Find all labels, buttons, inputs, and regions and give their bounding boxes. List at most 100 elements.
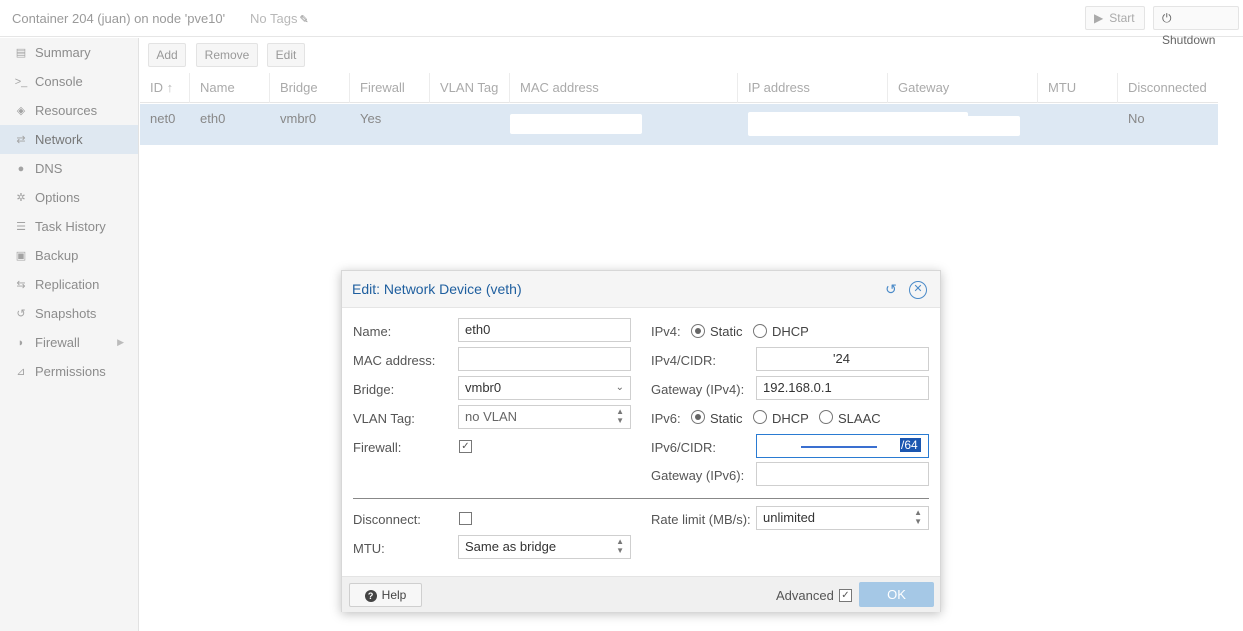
sidebar-item-firewall[interactable]: ◗ Firewall ▶ <box>0 328 138 357</box>
spinner-arrows-icon[interactable]: ▲ ▼ <box>616 407 624 425</box>
column-header-bridge[interactable]: Bridge <box>270 73 350 103</box>
disconnect-checkbox[interactable] <box>459 512 472 525</box>
sidebar-item-options[interactable]: ✲ Options <box>0 183 138 212</box>
sidebar-item-label: Task History <box>35 219 106 234</box>
caret-right-icon[interactable]: ▶ <box>117 337 124 348</box>
tags-label: No Tags <box>250 11 298 26</box>
rate-limit-label: Rate limit (MB/s): <box>651 512 751 527</box>
cube-icon: ◈ <box>16 105 26 117</box>
firewall-checkbox[interactable]: ✓ <box>459 440 472 453</box>
sidebar-item-summary[interactable]: ▤ Summary <box>0 38 138 67</box>
bridge-select[interactable]: vmbr0 ⌄ <box>458 376 631 400</box>
ok-button[interactable]: OK <box>859 582 934 607</box>
ipv6-cidr-selection: /64 <box>900 438 921 452</box>
ipv6-slaac-label: SLAAC <box>838 411 881 426</box>
column-header-name[interactable]: Name <box>190 73 270 103</box>
vlan-tag-value: no VLAN <box>465 409 518 424</box>
page-title: Container 204 (juan) on node 'pve10' <box>12 11 226 26</box>
ipv4-label: IPv4: <box>651 324 681 339</box>
advanced-checkbox[interactable]: ✓ <box>839 589 852 602</box>
mac-address-field[interactable] <box>458 347 631 371</box>
unlock-icon: ⊿ <box>16 366 26 378</box>
column-header-gateway[interactable]: Gateway <box>888 73 1038 103</box>
play-icon: ▶ <box>1094 11 1104 25</box>
gateway-ipv4-field[interactable]: 192.168.0.1 <box>756 376 929 400</box>
list-icon: ☰ <box>16 221 26 233</box>
ipv4-dhcp-radio[interactable] <box>753 324 767 338</box>
sidebar-item-resources[interactable]: ◈ Resources <box>0 96 138 125</box>
ipv4-cidr-field[interactable]: '24 <box>756 347 929 371</box>
help-label: Help <box>381 588 407 602</box>
sidebar-item-snapshots[interactable]: ↺ Snapshots <box>0 299 138 328</box>
advanced-label: Advanced <box>776 588 834 603</box>
sidebar-item-dns[interactable]: ● DNS <box>0 154 138 183</box>
sidebar-item-label: Firewall <box>35 335 80 350</box>
column-header-id[interactable]: ID ↑ <box>140 73 190 103</box>
column-header-firewall[interactable]: Firewall <box>350 73 430 103</box>
terminal-icon: >_ <box>14 75 28 88</box>
sidebar-item-label: Summary <box>35 45 91 60</box>
redacted-mac-address <box>510 114 642 134</box>
sidebar-item-backup[interactable]: ▣ Backup <box>0 241 138 270</box>
ipv6-dhcp-radio[interactable] <box>753 410 767 424</box>
name-field[interactable]: eth0 <box>458 318 631 342</box>
network-grid: ID ↑ Name Bridge Firewall VLAN Tag MAC a… <box>140 73 1218 145</box>
edit-button[interactable]: Edit <box>267 43 305 67</box>
bridge-value: vmbr0 <box>465 380 502 395</box>
spinner-arrows-icon[interactable]: ▲ ▼ <box>914 508 922 526</box>
shutdown-button[interactable]: ⏻ Shutdown <box>1153 6 1239 47</box>
ipv6-static-label: Static <box>710 411 743 426</box>
dialog-title: Edit: Network Device (veth) <box>352 281 522 297</box>
column-header-vlan-tag[interactable]: VLAN Tag <box>430 73 510 103</box>
spinner-arrows-icon[interactable]: ▲ ▼ <box>616 537 624 555</box>
rate-limit-value: unlimited <box>763 510 816 525</box>
sidebar-item-permissions[interactable]: ⊿ Permissions <box>0 357 138 386</box>
cell-disconnected: No <box>1128 111 1145 126</box>
mtu-spinner[interactable]: Same as bridge ▲ ▼ <box>458 535 631 559</box>
sidebar-item-replication[interactable]: ⇆ Replication <box>0 270 138 299</box>
sidebar-item-network[interactable]: ⇄ Network <box>0 125 138 154</box>
tags-editor[interactable]: No Tags ✎ <box>250 11 309 26</box>
vlan-tag-spinner[interactable]: no VLAN ▲ ▼ <box>458 405 631 429</box>
table-row[interactable]: net0 eth0 vmbr0 Yes No <box>140 104 1218 145</box>
mtu-label: MTU: <box>353 541 385 556</box>
name-label: Name: <box>353 324 392 339</box>
reset-icon[interactable]: ↺ <box>882 281 900 299</box>
column-header-mtu[interactable]: MTU <box>1038 73 1118 103</box>
add-button[interactable]: Add <box>148 43 186 67</box>
help-button[interactable]: ? Help <box>349 583 422 607</box>
mac-address-label: MAC address: <box>353 353 436 368</box>
start-button[interactable]: ▶ Start <box>1085 6 1145 30</box>
ipv6-slaac-radio[interactable] <box>819 410 833 424</box>
sidebar-item-console[interactable]: >_ Console <box>0 67 138 96</box>
sidebar-item-label: Snapshots <box>35 306 97 321</box>
close-icon[interactable]: ✕ <box>909 281 927 299</box>
remove-button[interactable]: Remove <box>196 43 258 67</box>
gateway-ipv4-label: Gateway (IPv4): <box>651 382 745 397</box>
ipv6-static-radio[interactable] <box>691 410 705 424</box>
rate-limit-spinner[interactable]: unlimited ▲ ▼ <box>756 506 929 530</box>
sidebar-item-label: Console <box>35 74 83 89</box>
ipv4-cidr-label: IPv4/CIDR: <box>651 353 717 368</box>
ipv6-label: IPv6: <box>651 411 681 426</box>
mtu-value: Same as bridge <box>465 539 557 554</box>
firewall-label: Firewall: <box>353 440 402 455</box>
sidebar-item-label: DNS <box>35 161 63 176</box>
power-icon: ⏻ <box>1162 11 1172 25</box>
ipv4-static-radio[interactable] <box>691 324 705 338</box>
sidebar-item-label: Options <box>35 190 80 205</box>
column-label: ID <box>150 80 163 95</box>
cell-id: net0 <box>150 111 176 126</box>
pencil-icon[interactable]: ✎ <box>299 13 308 26</box>
retweet-icon: ⇆ <box>16 279 26 291</box>
section-divider <box>353 498 929 499</box>
gateway-ipv6-label: Gateway (IPv6): <box>651 468 745 483</box>
sidebar-item-label: Replication <box>35 277 100 292</box>
gateway-ipv6-field[interactable] <box>756 462 929 486</box>
chevron-down-icon[interactable]: ⌄ <box>616 377 624 399</box>
column-header-mac-address[interactable]: MAC address <box>510 73 738 103</box>
column-header-disconnected[interactable]: Disconnected <box>1118 73 1218 103</box>
ipv4-static-label: Static <box>710 324 743 339</box>
column-header-ip-address[interactable]: IP address <box>738 73 888 103</box>
sidebar-item-task-history[interactable]: ☰ Task History <box>0 212 138 241</box>
